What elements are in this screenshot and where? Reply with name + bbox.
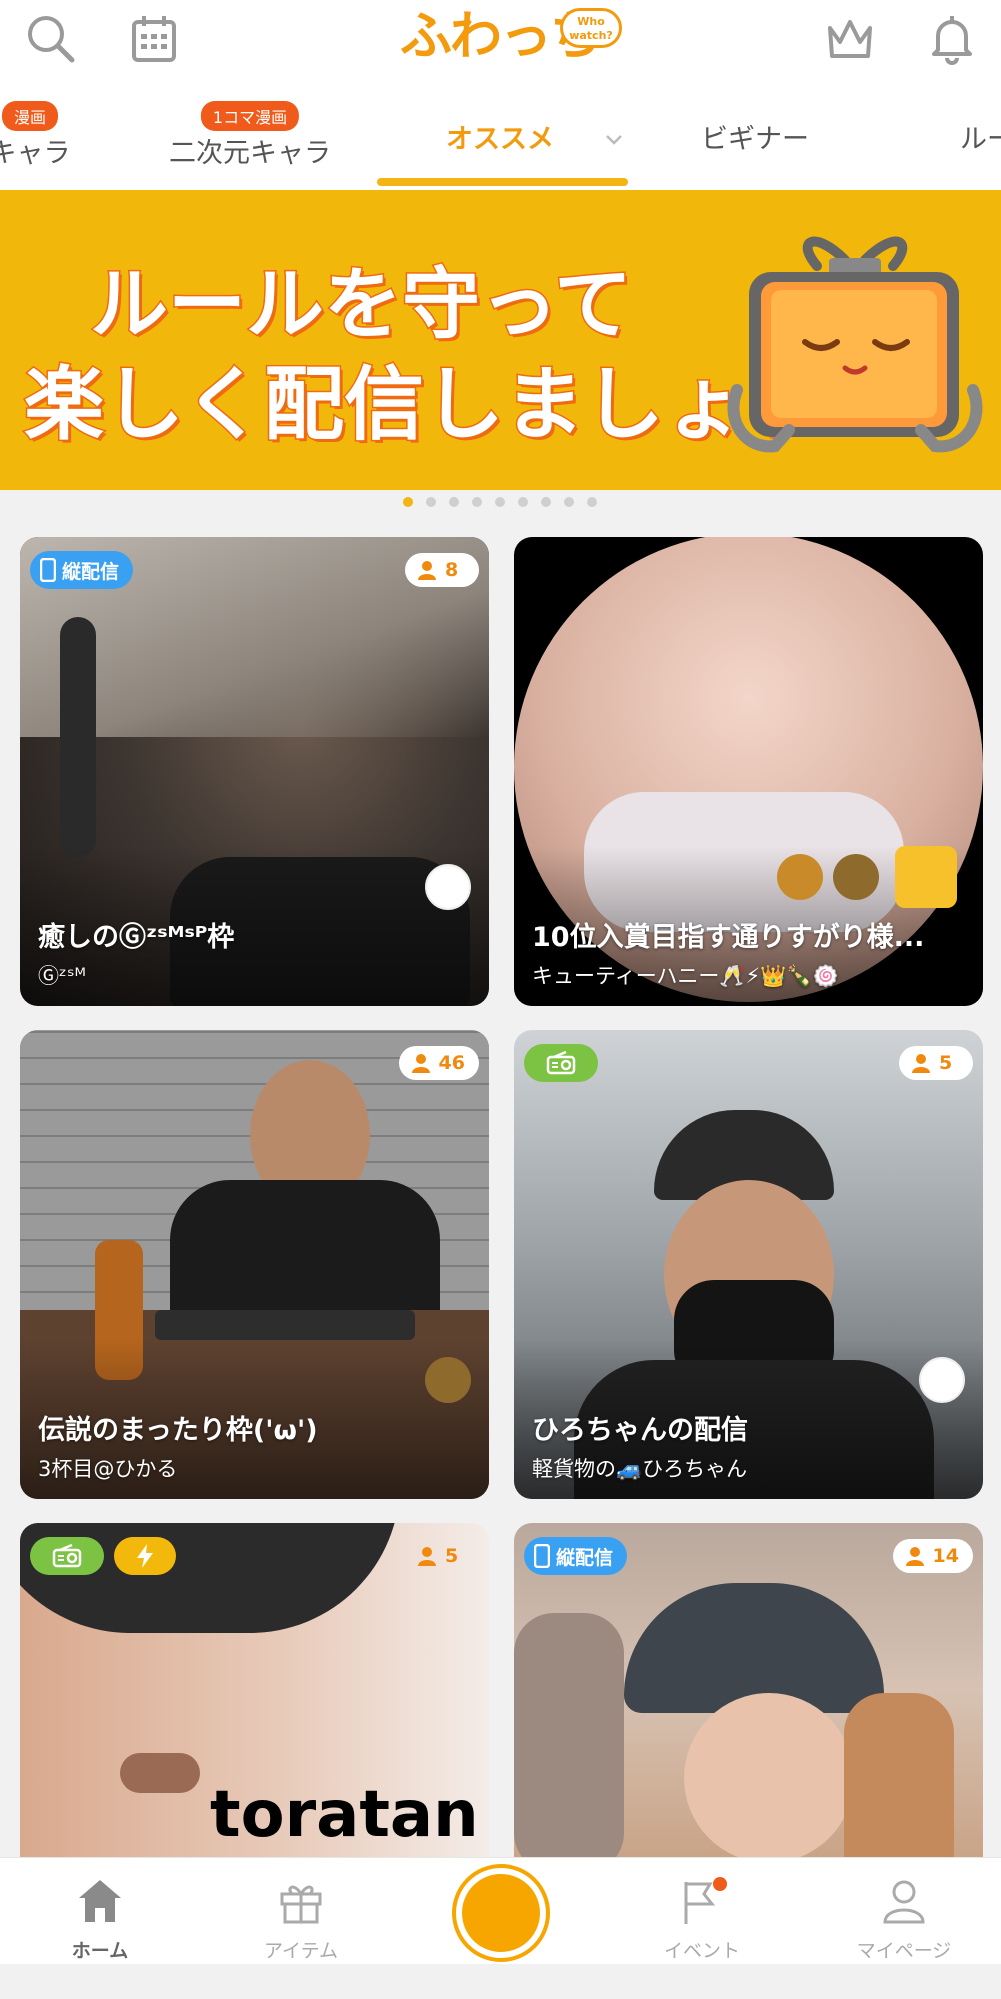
pager-dot[interactable] bbox=[564, 497, 574, 507]
tab-label: キャラ bbox=[0, 138, 71, 169]
tab-beginner[interactable]: ビギナー bbox=[690, 85, 820, 190]
bronze-rank-icon bbox=[895, 846, 957, 908]
stream-title: 10位入賞目指す通りすがり様... bbox=[532, 922, 925, 953]
user-icon bbox=[883, 1880, 925, 1924]
nav-events[interactable]: イベント bbox=[622, 1858, 782, 1965]
fox-mask-icon bbox=[425, 864, 471, 910]
viewer-count: 46 bbox=[398, 1046, 479, 1080]
rabbit-icon bbox=[919, 1357, 965, 1403]
promo-banner[interactable]: ルールを守って 楽しく配信しましょう bbox=[0, 190, 1001, 490]
streamer-name: キューティーハニー🥂⚡👑🍾🍥 bbox=[532, 964, 839, 988]
viewer-count-value: 46 bbox=[438, 1052, 465, 1074]
tab-label: ビギナー bbox=[701, 124, 809, 155]
home-icon bbox=[79, 1880, 121, 1922]
tab-label: 二次元キャラ bbox=[169, 138, 331, 169]
poop-icon bbox=[425, 1357, 471, 1403]
tab-recommended[interactable]: オススメ bbox=[420, 85, 580, 190]
stream-card[interactable]: 5 ひろちゃんの配信 軽貨物の🚙ひろちゃん bbox=[514, 1030, 983, 1499]
category-tabs: 漫画 キャラ 1コマ漫画 二次元キャラ オススメ ビギナー ルー bbox=[0, 85, 1001, 190]
banner-pager bbox=[0, 497, 1001, 511]
tv-mascot-icon bbox=[727, 236, 983, 453]
phone-icon bbox=[40, 558, 56, 582]
tab-label: ルー bbox=[960, 124, 1001, 155]
stream-card[interactable]: 10位入賞目指す通りすがり様... キューティーハニー🥂⚡👑🍾🍥 bbox=[514, 537, 983, 1006]
active-tab-indicator bbox=[377, 178, 628, 186]
nav-label: イベント bbox=[663, 1940, 740, 1962]
pager-dot[interactable] bbox=[587, 497, 597, 507]
vertical-stream-badge: 縦配信 bbox=[30, 551, 134, 589]
flag-icon bbox=[684, 1877, 727, 1924]
radio-stream-badge bbox=[524, 1044, 598, 1082]
phone-icon bbox=[534, 1544, 550, 1568]
tab-rule[interactable]: ルー bbox=[942, 85, 1001, 190]
person-icon bbox=[418, 1547, 436, 1566]
person-icon bbox=[411, 1054, 430, 1073]
chevron-down-icon[interactable] bbox=[602, 127, 626, 151]
tab-label: オススメ bbox=[446, 124, 554, 155]
person-icon bbox=[905, 1547, 924, 1566]
stream-card[interactable]: 縦配信 8 癒しのⒼᶻˢᴹˢᴾ枠 Ⓖᶻˢᴹ bbox=[20, 537, 489, 1006]
badge-label: 縦配信 bbox=[556, 1546, 614, 1569]
person-icon bbox=[418, 561, 436, 580]
radio-stream-badge bbox=[30, 1537, 104, 1575]
app-header: ふわっち Who watch? bbox=[0, 0, 1001, 85]
nav-mypage[interactable]: マイページ bbox=[824, 1858, 984, 1965]
tab-badge: 1コマ漫画 bbox=[200, 101, 300, 131]
pager-dot[interactable] bbox=[495, 497, 505, 507]
pager-dot[interactable] bbox=[403, 497, 413, 507]
gift-icon bbox=[280, 1885, 322, 1924]
stream-card[interactable]: 46 伝説のまったり枠('ω') 3杯目@ひかる bbox=[20, 1030, 489, 1499]
bear-icon bbox=[777, 854, 823, 900]
tab-2d-chara[interactable]: 1コマ漫画 二次元キャラ bbox=[160, 85, 340, 190]
viewer-count-value: 5 bbox=[445, 1545, 459, 1567]
overlay-text: toratan bbox=[210, 1778, 479, 1852]
nav-items[interactable]: アイテム bbox=[221, 1858, 381, 1965]
pager-dot[interactable] bbox=[518, 497, 528, 507]
bottom-navigation: ホーム アイテム イベント マイページ bbox=[0, 1857, 1001, 1964]
stream-title: 伝説のまったり枠('ω') bbox=[38, 1415, 318, 1446]
banner-line-2: 楽しく配信しましょう bbox=[23, 357, 826, 453]
nav-home[interactable]: ホーム bbox=[20, 1858, 180, 1965]
pager-dot[interactable] bbox=[472, 497, 482, 507]
bell-icon[interactable] bbox=[924, 10, 980, 66]
calendar-icon[interactable] bbox=[126, 10, 182, 66]
nav-label: ホーム bbox=[71, 1940, 129, 1962]
banner-line-1: ルールを守って bbox=[88, 259, 633, 352]
crown-icon[interactable] bbox=[822, 10, 878, 66]
app-logo[interactable]: ふわっち Who watch? bbox=[400, 2, 622, 72]
viewer-count-value: 8 bbox=[445, 559, 459, 581]
viewer-count-value: 5 bbox=[939, 1052, 953, 1074]
viewer-count: 5 bbox=[405, 1539, 479, 1573]
start-broadcast-button[interactable] bbox=[456, 1868, 546, 1958]
stream-card[interactable]: 縦配信 14 bbox=[514, 1523, 983, 1857]
radio-icon bbox=[546, 1051, 576, 1075]
logo-bubble: Who watch? bbox=[560, 8, 622, 48]
vertical-stream-badge: 縦配信 bbox=[524, 1537, 628, 1575]
viewer-count: 14 bbox=[892, 1539, 973, 1573]
streamer-name: 3杯目@ひかる bbox=[38, 1457, 178, 1481]
search-icon[interactable] bbox=[22, 10, 78, 66]
bolt-icon bbox=[137, 1544, 153, 1568]
poop-icon bbox=[833, 854, 879, 900]
pager-dot[interactable] bbox=[449, 497, 459, 507]
badge-label: 縦配信 bbox=[62, 560, 120, 583]
viewer-count: 8 bbox=[405, 553, 479, 587]
viewer-count: 5 bbox=[899, 1046, 973, 1080]
streamer-name: Ⓖᶻˢᴹ bbox=[38, 964, 86, 988]
tab-badge: 漫画 bbox=[1, 101, 59, 131]
person-icon bbox=[912, 1054, 930, 1073]
pager-dot[interactable] bbox=[426, 497, 436, 507]
home-indicator-area bbox=[0, 1964, 1001, 1999]
stream-title: 癒しのⒼᶻˢᴹˢᴾ枠 bbox=[38, 922, 235, 953]
nav-label: アイテム bbox=[263, 1940, 339, 1962]
stream-card[interactable]: 5 toratan bbox=[20, 1523, 489, 1857]
streamer-name: 軽貨物の🚙ひろちゃん bbox=[532, 1457, 748, 1481]
tab-chara[interactable]: 漫画 キャラ bbox=[0, 85, 90, 190]
viewer-count-value: 14 bbox=[932, 1545, 959, 1567]
pager-dot[interactable] bbox=[541, 497, 551, 507]
stream-title: ひろちゃんの配信 bbox=[532, 1415, 748, 1446]
radio-icon bbox=[52, 1544, 82, 1568]
nav-label: マイページ bbox=[856, 1940, 952, 1962]
instant-stream-badge bbox=[114, 1537, 176, 1575]
